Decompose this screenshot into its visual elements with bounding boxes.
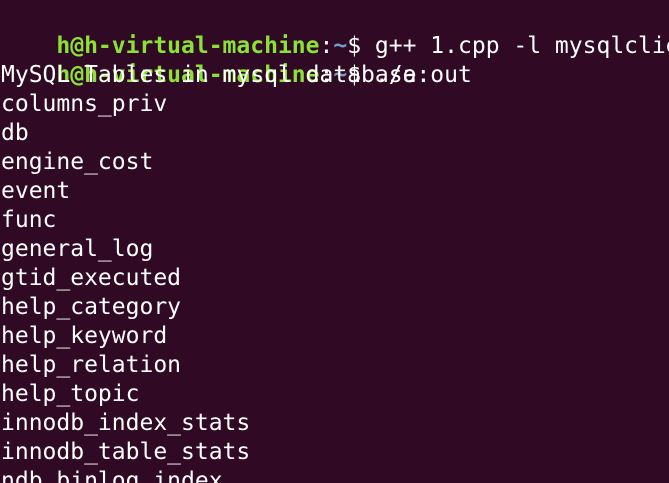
prompt-line-compile: h@h-virtual-machine:~$ g++ 1.cpp -l mysq… xyxy=(0,3,669,59)
table-name-line: gtid_executed xyxy=(1,265,182,291)
table-name-line: ndb_binlog_index xyxy=(1,468,223,483)
prompt-separator: : xyxy=(319,33,334,59)
table-name-line: help_topic xyxy=(1,381,140,407)
table-name-line: help_keyword xyxy=(1,323,168,349)
table-name-line: engine_cost xyxy=(1,149,154,175)
table-name-line: innodb_index_stats xyxy=(1,410,251,436)
table-name-line: columns_priv xyxy=(1,91,168,117)
table-name-line: func xyxy=(1,207,57,233)
table-name-line: db xyxy=(1,120,29,146)
prompt-symbol: $ xyxy=(347,33,375,59)
prompt-user-host: h@h-virtual-machine xyxy=(56,33,320,59)
table-name-line: help_relation xyxy=(1,352,182,378)
prompt-path: ~ xyxy=(333,33,348,59)
table-name-line: general_log xyxy=(1,236,154,262)
table-name-line: event xyxy=(1,178,71,204)
command-text: g++ 1.cpp -l mysqlclient xyxy=(374,33,669,59)
table-name-line: help_category xyxy=(1,294,182,320)
output-header: MySQL Tables in mysql database: xyxy=(1,62,431,88)
terminal-window[interactable]: h@h-virtual-machine:~$ g++ 1.cpp -l mysq… xyxy=(0,0,669,483)
table-name-line: innodb_table_stats xyxy=(1,439,251,465)
